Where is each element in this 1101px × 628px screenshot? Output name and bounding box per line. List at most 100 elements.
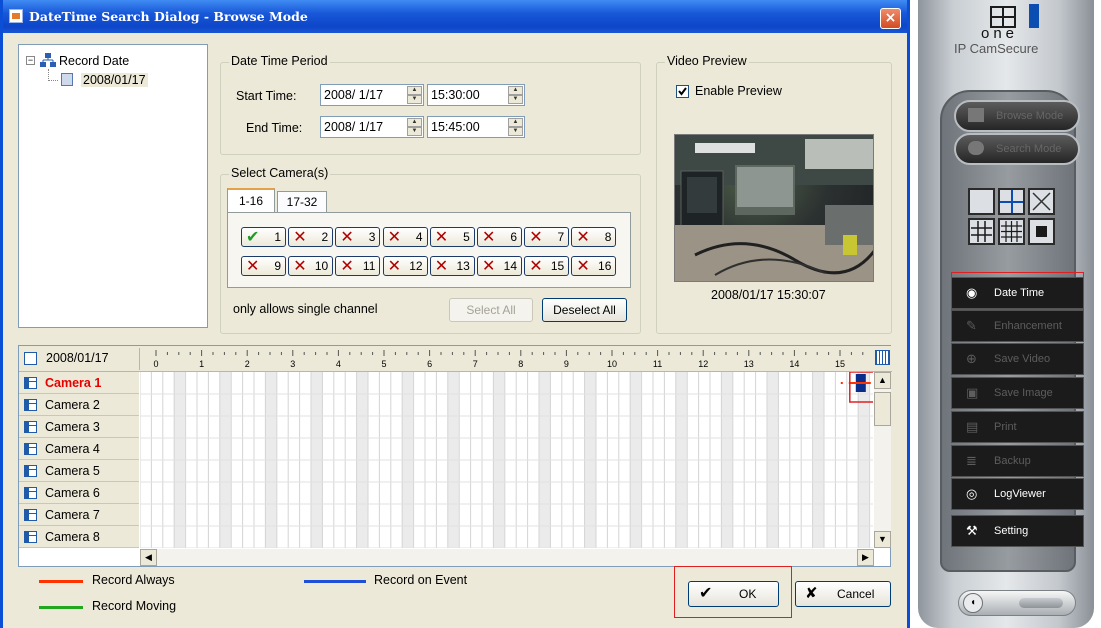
camera-row-6[interactable]: Camera 6 xyxy=(19,482,139,504)
camera-button-2[interactable]: ✕ 2 xyxy=(288,227,334,247)
tab-cameras-17-32[interactable]: 17-32 xyxy=(277,191,327,213)
tree-date-item[interactable]: 2008/01/17 xyxy=(81,73,148,87)
camera-button-7[interactable]: ✕ 7 xyxy=(524,227,570,247)
spin-up-icon[interactable]: ▲ xyxy=(407,86,422,95)
start-date-spinner[interactable]: ▲ ▼ xyxy=(407,86,422,104)
camera-row-3[interactable]: Camera 3 xyxy=(19,416,139,438)
deselect-all-button[interactable]: Deselect All xyxy=(542,298,627,322)
side-print-button[interactable]: ▤ Print xyxy=(951,411,1084,443)
search-mode-button[interactable]: Search Mode xyxy=(954,133,1080,165)
side-logviewer-button[interactable]: ◎ LogViewer xyxy=(951,478,1084,510)
end-date-picker[interactable]: 2008/ 1/17 ▲ ▼ xyxy=(320,116,424,138)
side-enhancement-button[interactable]: ✎ Enhancement xyxy=(951,310,1084,342)
enable-preview-checkbox[interactable] xyxy=(676,85,689,98)
volume-thumb[interactable] xyxy=(1019,598,1063,608)
layout-pip-icon[interactable] xyxy=(1028,218,1055,245)
side-backup-button[interactable]: ≣ Backup xyxy=(951,445,1084,477)
office-scene-image xyxy=(675,135,873,281)
spin-down-icon[interactable]: ▼ xyxy=(407,95,422,104)
spin-up-icon[interactable]: ▲ xyxy=(508,86,523,95)
camera-row-7[interactable]: Camera 7 xyxy=(19,504,139,526)
end-time-spinner[interactable]: ▲ ▼ xyxy=(508,118,523,136)
close-button[interactable]: × xyxy=(880,8,901,29)
network-icon xyxy=(40,53,56,67)
layout-1x1-icon[interactable] xyxy=(968,188,995,215)
camera-button-8[interactable]: ✕ 8 xyxy=(571,227,617,247)
layout-3x3-icon[interactable] xyxy=(968,218,995,245)
browse-mode-button[interactable]: Browse Mode xyxy=(954,100,1080,132)
save-video-icon: ⊕ xyxy=(966,351,977,366)
camera-button-number: 13 xyxy=(456,259,470,273)
layout-fullscreen-icon[interactable] xyxy=(1028,188,1055,215)
camera-row-2[interactable]: Camera 2 xyxy=(19,394,139,416)
camera-row-4[interactable]: Camera 4 xyxy=(19,438,139,460)
end-time-picker[interactable]: 15:45:00 ▲ ▼ xyxy=(427,116,525,138)
layout-4x4-icon[interactable] xyxy=(998,218,1025,245)
camera-button-15[interactable]: ✕ 15 xyxy=(524,256,570,276)
spin-down-icon[interactable]: ▼ xyxy=(508,127,523,136)
timeline-date-icon xyxy=(24,352,37,365)
spin-up-icon[interactable]: ▲ xyxy=(508,118,523,127)
start-date-picker[interactable]: 2008/ 1/17 ▲ ▼ xyxy=(320,84,424,106)
scroll-left-icon[interactable]: ◀ xyxy=(140,549,157,566)
side-save-image-button[interactable]: ▣ Save Image xyxy=(951,377,1084,409)
start-time-spinner[interactable]: ▲ ▼ xyxy=(508,86,523,104)
camera-button-10[interactable]: ✕ 10 xyxy=(288,256,334,276)
tree-connector xyxy=(48,69,58,81)
camera-row-8[interactable]: Camera 8 xyxy=(19,526,139,548)
camera-button-16[interactable]: ✕ 16 xyxy=(571,256,617,276)
camera-button-12[interactable]: ✕ 12 xyxy=(382,256,428,276)
scroll-right-icon[interactable]: ▶ xyxy=(857,549,874,566)
spin-up-icon[interactable]: ▲ xyxy=(407,118,422,127)
side-save-video-button[interactable]: ⊕ Save Video xyxy=(951,343,1084,375)
camera-button-5[interactable]: ✕ 5 xyxy=(429,227,475,247)
spin-down-icon[interactable]: ▼ xyxy=(407,127,422,136)
printer-icon: ▤ xyxy=(966,419,979,434)
spin-down-icon[interactable]: ▼ xyxy=(508,95,523,104)
scroll-up-icon[interactable]: ▲ xyxy=(874,372,891,389)
hour-label: 13 xyxy=(744,359,754,369)
vertical-scrollbar[interactable]: ▲ ▼ xyxy=(874,372,891,548)
brand-word: one xyxy=(981,25,1019,42)
x-mark-icon: ✕ xyxy=(434,256,449,275)
camera-button-14[interactable]: ✕ 14 xyxy=(477,256,522,276)
select-camera-title: Select Camera(s) xyxy=(229,166,331,180)
camera-button-9[interactable]: ✕ 9 xyxy=(241,256,286,276)
start-time-picker[interactable]: 15:30:00 ▲ ▼ xyxy=(427,84,525,106)
volume-slider[interactable]: ◖ xyxy=(958,590,1076,616)
camera-button-3[interactable]: ✕ 3 xyxy=(335,227,381,247)
vertical-scroll-thumb[interactable] xyxy=(874,392,891,426)
layout-2x2-icon[interactable] xyxy=(998,188,1025,215)
tree-root-label[interactable]: Record Date xyxy=(59,54,129,68)
camera-button-4[interactable]: ✕ 4 xyxy=(382,227,428,247)
camera-button-6[interactable]: ✕ 6 xyxy=(477,227,522,247)
ok-check-icon: ✔ xyxy=(699,585,713,602)
legend-record-moving: Record Moving xyxy=(92,599,177,613)
side-setting-button[interactable]: ⚒ Setting xyxy=(951,515,1084,547)
camera-button-11[interactable]: ✕ 11 xyxy=(335,256,381,276)
camera-button-number: 2 xyxy=(321,230,329,244)
camera-button-1[interactable]: ✔ 1 xyxy=(241,227,286,247)
grid-toggle-icon[interactable] xyxy=(875,350,890,365)
camera-row-label: Camera 6 xyxy=(45,486,100,500)
tab-cameras-1-16[interactable]: 1-16 xyxy=(227,188,275,213)
camera-row-5[interactable]: Camera 5 xyxy=(19,460,139,482)
ok-button[interactable]: ✔ OK xyxy=(688,581,779,607)
camera-row-1[interactable]: Camera 1 xyxy=(19,372,139,394)
camera-button-13[interactable]: ✕ 13 xyxy=(429,256,475,276)
legend-record-always: Record Always xyxy=(92,573,175,587)
select-all-button[interactable]: Select All xyxy=(449,298,533,322)
speaker-icon: ◖ xyxy=(963,593,983,613)
x-mark-icon: ✕ xyxy=(293,256,307,275)
cancel-button[interactable]: ✘ Cancel xyxy=(795,581,891,607)
scroll-down-icon[interactable]: ▼ xyxy=(874,531,891,548)
checkmark-icon xyxy=(678,87,687,96)
horizontal-scrollbar[interactable]: ◀ ▶ xyxy=(140,549,874,566)
timeline-grid[interactable] xyxy=(140,372,873,548)
camera-button-number: 7 xyxy=(557,230,565,244)
x-mark-icon: ✕ xyxy=(576,256,590,275)
enable-preview-label[interactable]: Enable Preview xyxy=(695,84,782,98)
checkmark-icon: ✔ xyxy=(246,227,260,246)
collapse-icon[interactable]: − xyxy=(26,56,35,65)
end-date-spinner[interactable]: ▲ ▼ xyxy=(407,118,422,136)
